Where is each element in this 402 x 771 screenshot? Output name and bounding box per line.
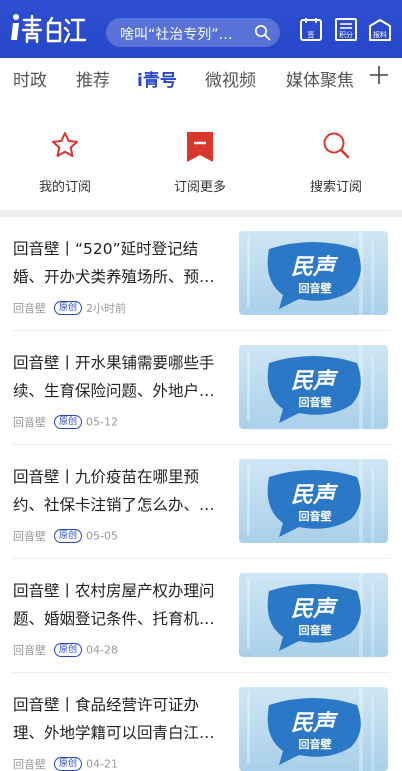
article-card[interactable]: 回音壁丨食品经营许可证办理、外地学籍可以回青白江… 回音壁 原创 04-21 民声回…	[0, 673, 402, 771]
tab-micro-video[interactable]: 微视频	[205, 66, 256, 91]
article-card[interactable]: 回音壁丨九价疫苗在哪里预约、社保卡注销了怎么办、… 回音壁 原创 05-05 民声回…	[0, 445, 402, 559]
search-placeholder: 啥叫“社治专列”…	[120, 27, 233, 43]
article-meta: 回音壁 原创 2小时前	[13, 300, 126, 316]
article-source: 回音壁	[13, 302, 46, 315]
original-badge: 原创	[54, 415, 83, 429]
tab-iqing-account[interactable]: i青号	[137, 66, 177, 91]
svg-text:回音壁: 回音壁	[299, 737, 332, 751]
tab-politics[interactable]: 时政	[13, 66, 47, 91]
svg-text:民声: 民声	[291, 597, 339, 622]
search-subscriptions-button[interactable]: 搜索订阅	[286, 120, 386, 204]
tab-media-focus[interactable]: 媒体聚焦	[286, 66, 354, 91]
article-source: 回音壁	[13, 758, 46, 771]
report-icon[interactable]: 报料	[368, 16, 392, 42]
svg-text:回音壁: 回音壁	[299, 395, 332, 409]
original-badge: 原创	[54, 301, 83, 315]
my-subscriptions-label: 我的订阅	[38, 180, 91, 195]
article-time: 04-28	[86, 643, 118, 657]
svg-text:民声: 民声	[291, 711, 339, 736]
sign-in-label: 签	[307, 31, 315, 39]
star-icon	[52, 132, 78, 157]
article-thumbnail: 民声 回音壁	[239, 573, 388, 657]
svg-text:民声: 民声	[291, 369, 339, 394]
search-bar[interactable]: 啥叫“社治专列”…	[106, 18, 280, 47]
subscribe-more-label: 订阅更多	[173, 180, 226, 195]
app-logo[interactable]	[8, 8, 88, 48]
subscribe-actions: 我的订阅 订阅更多 搜索订阅	[0, 120, 402, 204]
points-label: 积分	[339, 31, 353, 39]
article-source: 回音壁	[13, 644, 46, 657]
subscribe-more-button[interactable]: 订阅更多	[150, 120, 250, 204]
article-meta: 回音壁 原创 05-05	[13, 528, 118, 544]
report-label: 报料	[373, 31, 387, 39]
add-channel-icon[interactable]	[368, 62, 390, 88]
svg-text:民声: 民声	[291, 483, 339, 508]
search-icon	[254, 24, 271, 41]
article-thumbnail: 民声 回音壁	[239, 345, 388, 429]
article-time: 05-12	[86, 415, 118, 429]
original-badge: 原创	[54, 757, 83, 771]
article-thumbnail: 民声 回音壁	[239, 231, 388, 315]
article-meta: 回音壁 原创 04-21	[13, 756, 118, 771]
article-title: 回音壁丨农村房屋产权办理问题、婚姻登记条件、托育机…	[13, 582, 215, 628]
article-source: 回音壁	[13, 530, 46, 543]
tab-recommend[interactable]: 推荐	[76, 66, 110, 91]
my-subscriptions-button[interactable]: 我的订阅	[15, 120, 115, 204]
article-meta: 回音壁 原创 04-28	[13, 642, 118, 658]
article-card[interactable]: 回音壁丨开水果铺需要哪些手续、生育保险问题、外地户… 回音壁 原创 05-12 民声…	[0, 331, 402, 445]
sign-in-icon[interactable]: 签	[299, 16, 323, 42]
svg-text:回音壁: 回音壁	[299, 281, 332, 295]
article-title: 回音壁丨食品经营许可证办理、外地学籍可以回青白江…	[13, 696, 215, 742]
svg-text:回音壁: 回音壁	[299, 509, 332, 523]
article-time: 05-05	[86, 529, 118, 543]
section-divider	[0, 210, 402, 217]
article-card[interactable]: 回音壁丨农村房屋产权办理问题、婚姻登记条件、托育机… 回音壁 原创 04-28 民声…	[0, 559, 402, 673]
article-card[interactable]: 回音壁丨“520”延时登记结婚、开办犬类养殖场所、预… 回音壁 原创 2小时前 民声…	[0, 217, 402, 331]
svg-text:民声: 民声	[291, 255, 339, 280]
article-time: 04-21	[86, 757, 118, 771]
top-header: 啥叫“社治专列”… 签 积分 报料	[0, 0, 402, 58]
article-time: 2小时前	[86, 302, 127, 315]
search-subscriptions-label: 搜索订阅	[309, 180, 362, 195]
channel-tabs: 时政 推荐 i青号 微视频 媒体聚焦	[0, 58, 402, 98]
article-thumbnail: 民声 回音壁	[239, 459, 388, 543]
article-meta: 回音壁 原创 05-12	[13, 414, 118, 430]
article-title: 回音壁丨九价疫苗在哪里预约、社保卡注销了怎么办、…	[13, 468, 215, 514]
bookmark-icon	[187, 132, 213, 162]
search-subscribe-icon	[323, 132, 350, 159]
article-thumbnail: 民声 回音壁	[239, 687, 388, 771]
article-source: 回音壁	[13, 416, 46, 429]
svg-text:回音壁: 回音壁	[299, 623, 332, 637]
original-badge: 原创	[54, 529, 83, 543]
original-badge: 原创	[54, 643, 83, 657]
article-title: 回音壁丨“520”延时登记结婚、开办犬类养殖场所、预…	[13, 240, 215, 286]
points-icon[interactable]: 积分	[334, 16, 358, 42]
article-title: 回音壁丨开水果铺需要哪些手续、生育保险问题、外地户…	[13, 354, 215, 400]
